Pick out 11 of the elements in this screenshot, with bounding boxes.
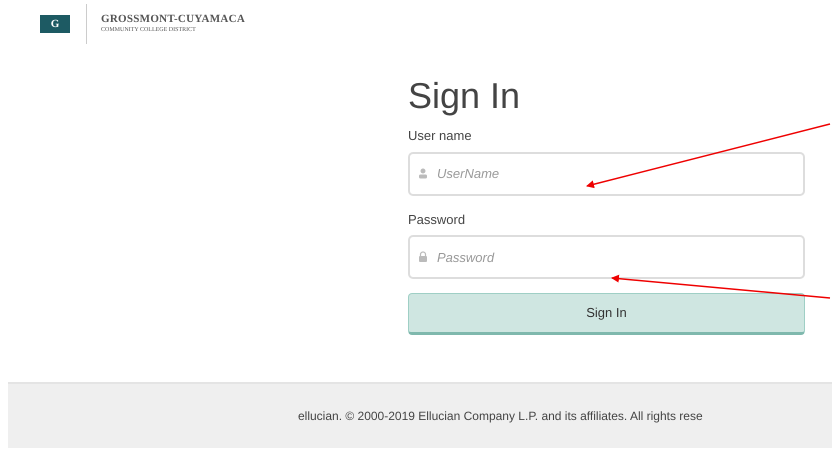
text-field[interactable]: UserName <box>408 152 805 196</box>
text-field[interactable]: Password <box>408 235 805 279</box>
organization-name: GROSSMONT-CUYAMACA <box>101 13 246 27</box>
lock-icon <box>418 251 428 262</box>
sign-in-button[interactable]: Sign In <box>408 293 805 335</box>
copyright-text: ellucian. © 2000-2019 Ellucian Company L.P. and its affiliates. All rights rese <box>298 408 703 425</box>
field-label: Password <box>408 210 466 228</box>
user-icon <box>418 168 428 178</box>
logo-mark: G <box>40 15 70 33</box>
field-label: User name <box>408 127 472 145</box>
page-title: Sign In <box>408 78 520 114</box>
